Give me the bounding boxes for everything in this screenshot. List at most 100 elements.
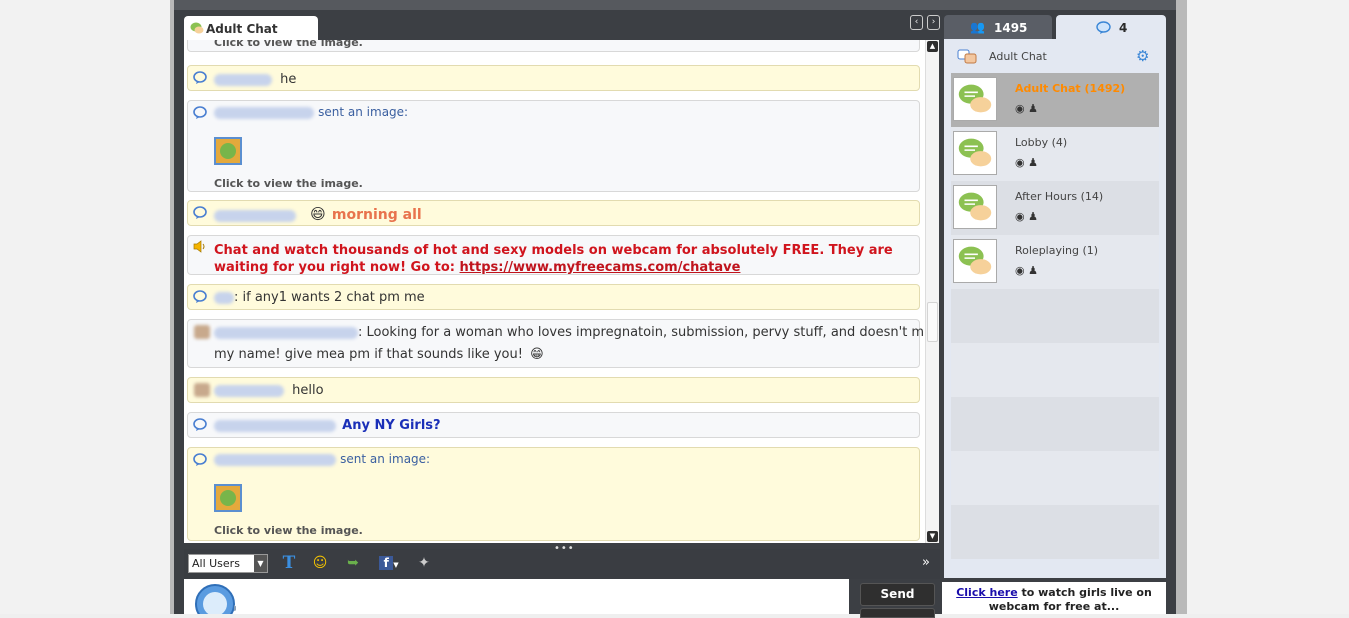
chat-bubbles-icon [190,22,204,34]
scroll-down-button[interactable]: ▼ [927,531,938,542]
username[interactable] [214,419,336,432]
username[interactable] [214,209,296,222]
message-text: he [280,72,297,87]
webcam-mic-icons: ◉ ♟ [1015,210,1038,223]
scrollbar-thumb[interactable] [927,302,938,342]
speech-bubble-icon [193,71,207,84]
empty-room-slot [951,397,1159,451]
tab-adult-chat[interactable]: Adult Chat [184,16,318,40]
message-list: Click to view the image. he sent an imag… [184,40,926,543]
list-item: he [187,65,920,91]
list-item: Click to view the image. [187,40,920,52]
click-to-view-link[interactable]: Click to view the image. [214,177,363,190]
message-text: : Looking for a woman who loves impregna… [358,325,926,340]
promo-link[interactable]: https://www.myfreecams.com/chatave [460,260,741,275]
message-text: morning all [331,207,422,223]
room-count: (1492) [1084,82,1126,95]
rooms-panel: Adult Chat ⚙ Adult Chat (1492) ◉ ♟ Lobby… [944,39,1166,578]
empty-room-slot [951,505,1159,559]
message-text: hello [292,383,324,398]
list-item: Chat and watch thousands of hot and sexy… [187,235,920,275]
room-chat-bubbles-icon [953,239,997,283]
webcam-promo: Click here to watch girls live on webcam… [942,582,1166,614]
sent-image-text: sent an image: [318,105,409,119]
avatar [194,383,210,397]
secondary-button[interactable] [860,608,935,618]
facebook-share-icon[interactable]: f ▼ [376,555,402,571]
chat-app: Adult Chat ‹ › Click to view the image. … [174,0,1176,618]
username[interactable] [214,384,284,397]
image-thumbnail[interactable] [214,484,242,512]
list-item: : if any1 wants 2 chat pm me [187,284,920,310]
list-item: hello [187,377,920,403]
empty-room-slot [951,343,1159,397]
avatar [194,325,210,339]
speech-bubble-icon [193,418,207,431]
scroll-up-button[interactable]: ▲ [927,41,938,52]
next-tab-button[interactable]: › [927,15,940,30]
room-item-roleplaying[interactable]: Roleplaying (1) ◉ ♟ [951,235,1159,289]
frame-edge [1176,0,1187,614]
click-to-view-link[interactable]: Click to view the image. [214,40,363,49]
tab-rooms[interactable]: 4 [1056,15,1166,39]
empty-room-slot [951,451,1159,505]
text-format-icon[interactable]: T [281,555,297,572]
rooms-count: 4 [1119,21,1128,35]
room-name: Roleplaying [1015,244,1080,257]
message-input[interactable] [184,579,849,614]
username[interactable] [214,326,358,339]
send-button[interactable]: Send [860,583,935,606]
room-name: Lobby [1015,136,1049,149]
send-file-icon[interactable]: ➥ [345,555,361,571]
page-background-right [1187,0,1349,614]
username[interactable] [214,453,336,466]
empty-room-slot [951,289,1159,343]
room-item-adult-chat[interactable]: Adult Chat (1492) ◉ ♟ [951,73,1159,127]
message-text: my name! give mea pm if that sounds like… [214,347,523,362]
room-item-after-hours[interactable]: After Hours (14) ◉ ♟ [951,181,1159,235]
prev-tab-button[interactable]: ‹ [910,15,923,30]
speech-bubble-icon [193,290,207,303]
tab-label: Adult Chat [206,22,278,36]
chevron-down-icon: ▼ [254,555,267,572]
list-item: : Looking for a woman who loves impregna… [187,319,926,368]
gear-icon[interactable]: ⚙ [1136,47,1149,65]
room-count: (4) [1051,136,1068,149]
speech-bubble-icon [193,206,207,219]
tab-users[interactable]: 👥 1495 [944,15,1052,39]
page-background-left [0,0,172,614]
webcam-mic-icons: ◉ ♟ [1015,264,1038,277]
grin-icon: 😁 [530,347,544,362]
sent-image-text: sent an image: [340,452,431,466]
room-chat-bubbles-icon [953,131,997,175]
speech-bubble-icon [193,453,207,466]
message-text: : if any1 wants 2 chat pm me [234,290,425,305]
settings-gear-icon[interactable]: ✦ [416,555,432,571]
room-name: Adult Chat [1015,82,1081,95]
click-here-link[interactable]: Click here [956,586,1017,599]
username[interactable] [214,106,314,119]
room-chat-bubbles-icon [953,185,997,229]
message-text: Any NY Girls? [342,418,441,433]
smiley-icon: 😄 [310,205,326,223]
room-chat-icon [957,49,977,64]
click-to-view-link[interactable]: Click to view the image. [214,524,363,537]
app-top-bar [174,0,1176,10]
list-item: sent an image: Click to view the image. [187,447,920,541]
recipient-select[interactable]: All Users ▼ [188,554,268,573]
username[interactable] [214,291,234,304]
image-thumbnail[interactable] [214,137,242,165]
rooms-header: Adult Chat ⚙ [944,39,1166,73]
message-scrollbar[interactable]: ▲ ▼ [925,40,939,543]
expand-arrows-icon[interactable]: » [918,555,934,571]
webcam-mic-icons: ◉ ♟ [1015,102,1038,115]
list-item: sent an image: Click to view the image. [187,100,920,192]
chat-logo-icon [195,584,236,614]
room-count: (1) [1082,244,1099,257]
list-item: Any NY Girls? [187,412,920,438]
room-item-lobby[interactable]: Lobby (4) ◉ ♟ [951,127,1159,181]
emoticon-icon[interactable]: ☺ [312,555,328,571]
username[interactable] [214,73,272,86]
composer-toolbar: All Users ▼ T ☺ ➥ f ▼ ✦ » [184,549,940,579]
room-chat-bubbles-icon [953,77,997,121]
